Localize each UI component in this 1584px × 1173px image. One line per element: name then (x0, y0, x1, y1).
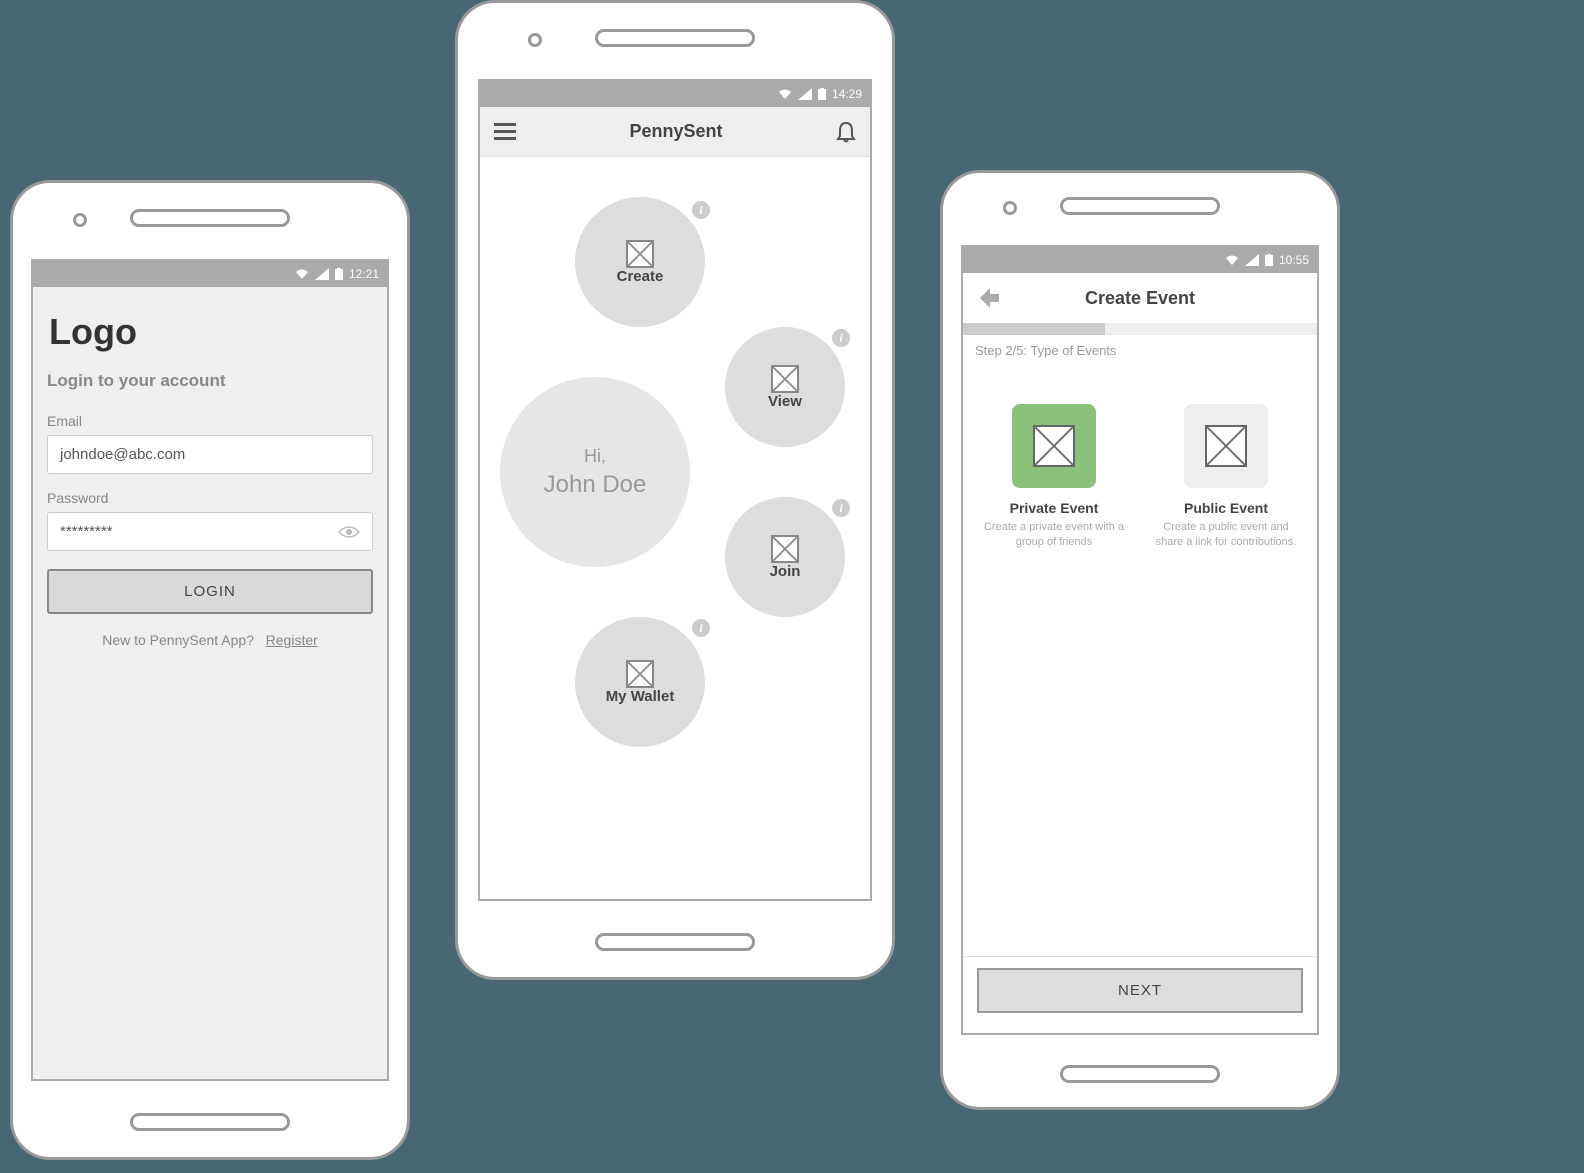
bubble-label: Join (770, 563, 801, 580)
card-private-event[interactable]: Private Event Create a private event wit… (979, 404, 1129, 551)
app-title: PennySent (629, 121, 722, 142)
bubble-create[interactable]: Create (575, 197, 705, 327)
greeting-name: John Doe (544, 471, 647, 499)
eye-icon[interactable] (338, 525, 360, 539)
placeholder-icon (626, 660, 654, 688)
bubble-view[interactable]: View (725, 327, 845, 447)
email-label: Email (47, 413, 373, 429)
email-value: johndoe@abc.com (60, 446, 185, 463)
card-tile (1012, 404, 1096, 488)
greeting-bubble: Hi, John Doe (500, 377, 690, 567)
page-title: Create Event (1085, 288, 1195, 309)
info-icon[interactable]: i (832, 329, 850, 347)
status-time: 10:55 (1279, 253, 1309, 267)
progress-fill (963, 323, 1105, 335)
greeting-hi: Hi, (584, 446, 606, 467)
bubble-label: My Wallet (606, 688, 675, 705)
battery-icon (1265, 254, 1273, 266)
placeholder-icon (1033, 425, 1075, 467)
card-desc: Create a public event and share a link f… (1151, 520, 1301, 551)
card-desc: Create a private event with a group of f… (979, 520, 1129, 551)
card-title: Private Event (979, 500, 1129, 516)
battery-icon (335, 268, 343, 280)
battery-icon (818, 88, 826, 100)
app-logo: Logo (49, 311, 373, 353)
next-button[interactable]: NEXT (977, 968, 1303, 1013)
register-link[interactable]: Register (266, 632, 318, 648)
signal-icon (315, 268, 329, 280)
placeholder-icon (1205, 425, 1247, 467)
phone-frame-login: 12:21 Logo Login to your account Email j… (10, 180, 410, 1160)
password-value: ********* (60, 523, 113, 540)
card-public-event[interactable]: Public Event Create a public event and s… (1151, 404, 1301, 551)
placeholder-icon (771, 535, 799, 563)
login-subtitle: Login to your account (47, 371, 373, 391)
phone-frame-create-event: 10:55 Create Event Step 2/5: Type of Eve… (940, 170, 1340, 1110)
bell-icon[interactable] (836, 121, 856, 143)
phone-frame-home: 14:29 PennySent Hi, John Doe (455, 0, 895, 980)
card-tile (1184, 404, 1268, 488)
login-button[interactable]: LOGIN (47, 569, 373, 614)
step-label: Step 2/5: Type of Events (963, 335, 1317, 374)
info-icon[interactable]: i (692, 619, 710, 637)
info-icon[interactable]: i (832, 499, 850, 517)
email-field[interactable]: johndoe@abc.com (47, 435, 373, 474)
status-bar: 14:29 (480, 81, 870, 107)
status-time: 12:21 (349, 267, 379, 281)
info-icon[interactable]: i (692, 201, 710, 219)
wifi-icon (295, 268, 309, 280)
status-time: 14:29 (832, 87, 862, 101)
signal-icon (1245, 254, 1259, 266)
placeholder-icon (626, 240, 654, 268)
back-arrow-icon[interactable] (975, 285, 1001, 311)
status-bar: 10:55 (963, 247, 1317, 273)
register-prompt: New to PennySent App? (102, 632, 254, 648)
status-bar: 12:21 (33, 261, 387, 287)
password-label: Password (47, 490, 373, 506)
wifi-icon (1225, 254, 1239, 266)
bubble-wallet[interactable]: My Wallet (575, 617, 705, 747)
signal-icon (798, 88, 812, 100)
bubble-label: Create (617, 268, 664, 285)
app-bar: PennySent (480, 107, 870, 157)
divider (963, 956, 1317, 957)
wifi-icon (778, 88, 792, 100)
password-field[interactable]: ********* (47, 512, 373, 551)
menu-icon[interactable] (494, 123, 516, 141)
card-title: Public Event (1151, 500, 1301, 516)
progress-bar: Step 2/5: Type of Events (963, 323, 1317, 374)
bubble-join[interactable]: Join (725, 497, 845, 617)
placeholder-icon (771, 365, 799, 393)
bubble-label: View (768, 393, 802, 410)
